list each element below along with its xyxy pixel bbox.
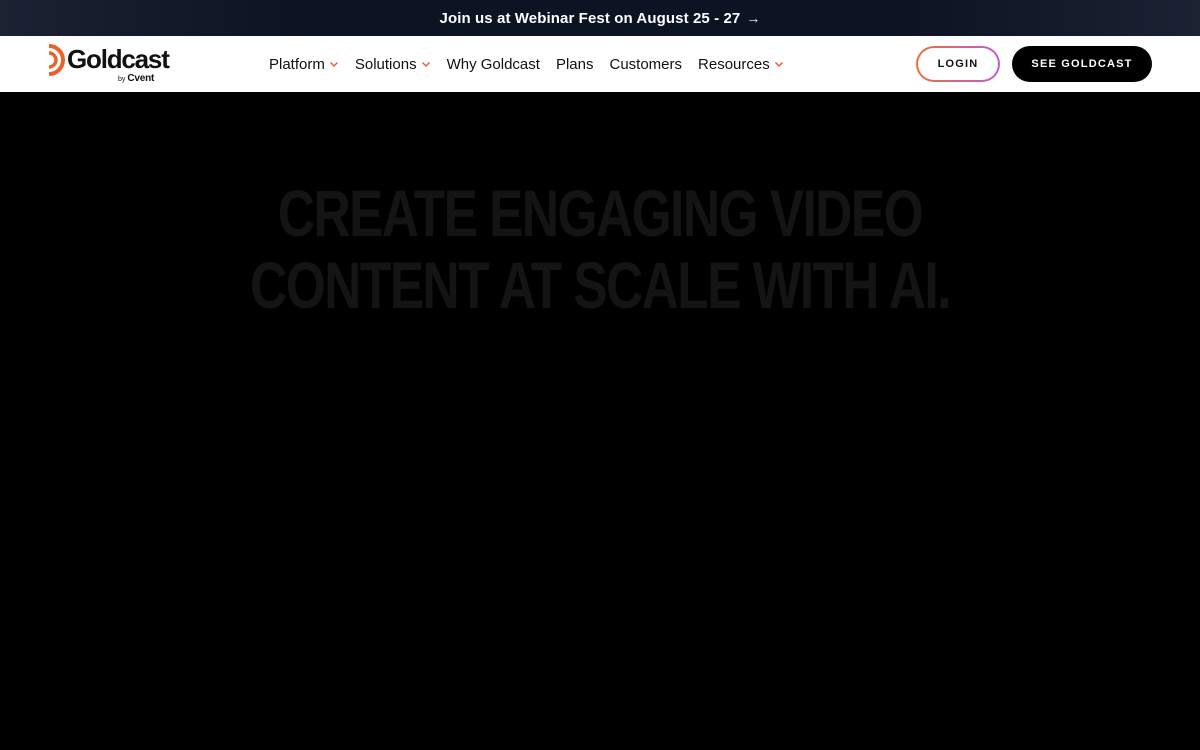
hero-headline-line-2: CONTENT AT SCALE WITH AI.	[250, 248, 951, 322]
see-goldcast-button[interactable]: SEE GOLDCAST	[1012, 46, 1152, 82]
nav-item-label: Platform	[269, 55, 325, 73]
main-navbar: Goldcast by Cvent Platform Solutions Why …	[0, 36, 1200, 92]
nav-item-label: Customers	[609, 55, 683, 73]
chevron-down-icon	[421, 61, 430, 68]
login-button[interactable]: LOGIN	[916, 46, 1000, 82]
announcement-bar: Join us at Webinar Fest on August 25 - 2…	[0, 0, 1200, 36]
nav-item-resources[interactable]: Resources	[698, 56, 784, 73]
announcement-link[interactable]: Join us at Webinar Fest on August 25 - 2…	[440, 10, 761, 27]
nav-item-solutions[interactable]: Solutions	[355, 56, 431, 73]
nav-links: Platform Solutions Why Goldcast Plans Cu…	[269, 36, 784, 92]
nav-item-plans[interactable]: Plans	[556, 56, 594, 73]
hero-headline-line-1: CREATE ENGAGING VIDEO	[277, 176, 924, 250]
nav-item-customers[interactable]: Customers	[609, 56, 682, 73]
announcement-text: Join us at Webinar Fest on August 25 - 2…	[439, 9, 741, 27]
logo-byline: by Cvent	[118, 73, 154, 86]
chevron-down-icon	[329, 61, 338, 68]
chevron-down-icon	[774, 61, 783, 68]
logo-brand-text: Cvent	[127, 73, 155, 84]
arrow-right-icon: →	[746, 10, 761, 26]
logo-wordmark: Goldcast	[67, 44, 170, 74]
nav-item-platform[interactable]: Platform	[269, 56, 339, 73]
goldcast-mark-icon	[48, 44, 65, 76]
logo-by-text: by	[118, 76, 126, 83]
nav-item-label: Resources	[698, 55, 770, 73]
hero-headline: CREATE ENGAGING VIDEO CONTENT AT SCALE W…	[132, 177, 1068, 321]
nav-item-label: Why Goldcast	[446, 55, 540, 73]
goldcast-logo[interactable]: Goldcast by Cvent	[47, 44, 171, 86]
nav-item-label: Plans	[555, 55, 594, 73]
hero-section: CREATE ENGAGING VIDEO CONTENT AT SCALE W…	[0, 92, 1200, 750]
nav-item-why-goldcast[interactable]: Why Goldcast	[447, 56, 540, 73]
nav-item-label: Solutions	[354, 55, 417, 73]
